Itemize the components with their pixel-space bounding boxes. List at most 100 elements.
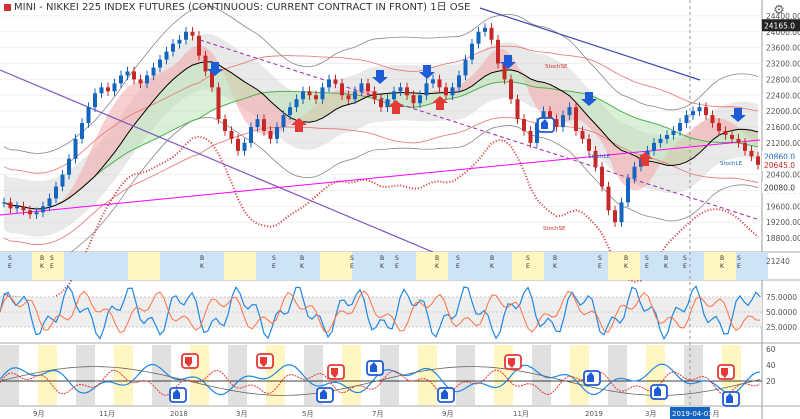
candle-body [2,202,6,204]
candle-body [398,87,403,92]
candle-body [372,91,377,100]
signal-label: E [737,263,741,270]
osc2-tick-label: 60 [766,345,776,354]
candle-body [353,91,357,100]
signal-label: E [645,263,649,270]
price-tick-label: 23200.00 [766,60,800,69]
candle-body [723,130,728,135]
signal-zone [128,252,160,280]
candle-body [574,107,578,131]
x-tick-label: 5月 [302,410,313,418]
candle-body [418,95,422,104]
signal-zone [192,252,224,280]
signal-label: E [598,263,602,270]
candle-body [138,79,143,84]
candle-body [619,202,624,223]
signal-zone [384,252,416,280]
candle-body [405,87,409,96]
candle-body [8,202,13,209]
x-tick-label: 2018 [170,410,188,418]
price-tick-label: 20400.00 [766,171,800,180]
signal-label: S [8,255,12,262]
candle-body [652,142,656,151]
signal-label: B [490,255,494,262]
candle-body [509,79,513,100]
candle-body [366,83,370,92]
signal-label: B [300,255,304,262]
candle-body [632,166,637,179]
candle-body [561,115,565,128]
candle-body [496,39,500,64]
candle-body [710,115,715,124]
candle-body [93,93,97,108]
candle-body [470,43,474,60]
signal-label: B [624,255,628,262]
candle-body [385,99,390,108]
gear-icon[interactable]: ⚙ [772,4,786,18]
x-tick-label: 3月 [645,410,656,418]
chart-title: MINI - NIKKEI 225 INDEX FUTURES (CONTINU… [4,0,470,13]
candle-body [424,83,429,96]
candle-body [60,174,65,187]
candle-body [203,55,208,72]
candle-body [756,156,760,165]
candle-body [457,75,461,88]
signal-label: S [645,255,649,262]
signal-label: B [380,255,384,262]
x-tick-label: 3月 [236,410,247,418]
candle-body [684,115,689,124]
candle-body [171,43,175,52]
osc1-tick-label: 50.0000 [766,308,797,317]
x-tick-label: 7月 [372,410,383,418]
thumbs-down-icon [181,353,199,369]
candle-body [80,123,84,139]
osc2-tick-label: 40 [766,361,776,370]
candle-body [145,75,149,84]
candle-body [294,99,299,108]
price-tick-label: 22400.00 [766,91,800,100]
signal-label: B [200,255,204,262]
candle-body [236,138,240,151]
candle-body [249,127,253,143]
candle-body [450,87,455,96]
thumbs-up-icon [650,384,668,400]
candle-body [730,134,734,139]
candle-body [164,51,169,60]
x-tick-label: 11月 [99,410,115,418]
candle-body [691,111,695,116]
thumbs-down-icon [504,354,522,370]
candle-body [54,186,58,199]
osc2-zone [608,345,627,405]
osc2-zone [418,345,437,405]
signal-label: E [8,263,12,270]
candle-body [288,107,292,116]
candle-body [392,91,396,100]
osc2-zone [456,345,475,405]
price-tick-label: 23600.00 [766,44,800,53]
candle-body [483,27,487,32]
signal-zone [672,252,704,280]
signal-label: E [456,263,460,270]
candle-body [320,87,325,100]
signal-label: E [350,263,354,270]
candle-body [177,39,182,44]
osc2-zone [228,345,247,405]
candle-body [99,87,104,94]
candle-body [515,99,520,120]
candle-body [476,31,481,44]
thumbs-up-icon [583,370,601,386]
candle-body [301,91,305,100]
x-tick-label: 2019 [585,410,603,418]
signal-zone [544,252,576,280]
signal-label: B [435,255,439,262]
candle-body [554,119,559,128]
thumbs-up-icon [537,117,555,133]
crosshair-date-text: 2019-04-03 [672,410,713,418]
osc2-zone [684,345,703,405]
candle-body [151,67,156,76]
osc1-tick-label: 75.0000 [766,293,797,302]
signal-label: S [272,255,276,262]
osc2-zone [114,345,133,405]
candle-body [717,123,721,131]
chart-canvas[interactable]: 24400.0024000.0023600.0023200.0022800.00… [0,0,800,419]
